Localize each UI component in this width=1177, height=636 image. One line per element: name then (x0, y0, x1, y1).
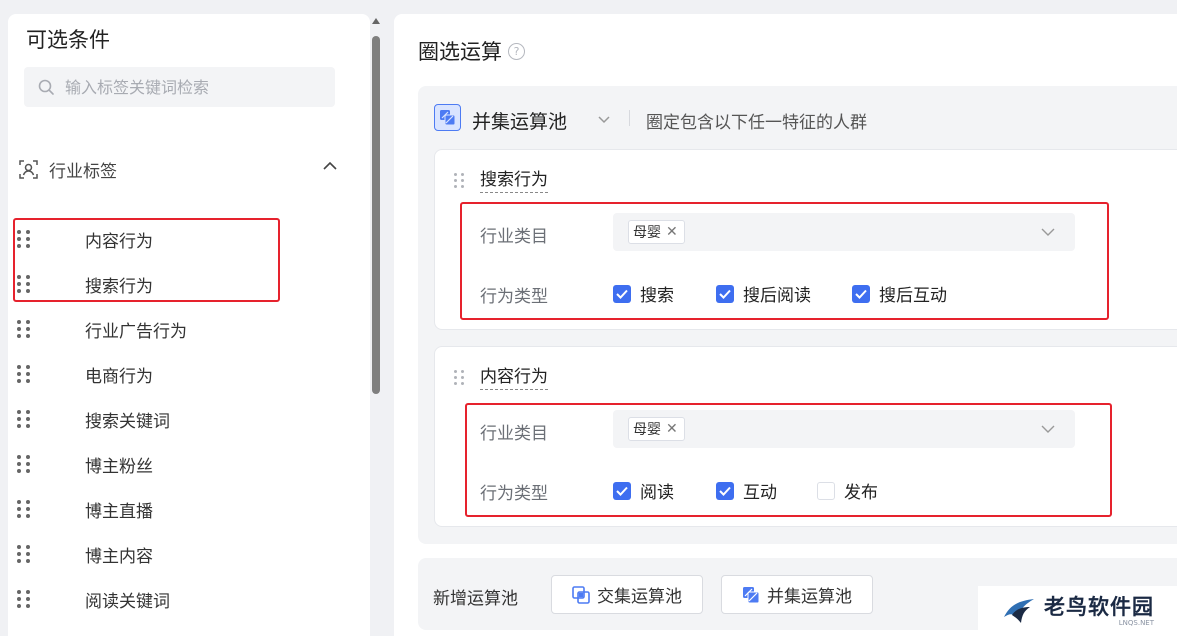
help-icon[interactable]: ? (508, 42, 525, 60)
checkbox-label: 搜后互动 (879, 286, 947, 306)
checkbox-search[interactable]: 搜索 (613, 281, 674, 306)
add-union-pool-button[interactable]: 并集运算池 (721, 575, 873, 614)
union-pool-icon (434, 104, 461, 131)
sidebar-item-blogger-content[interactable]: 博主内容 (14, 534, 344, 574)
drag-handle-icon[interactable] (17, 275, 31, 293)
category-select[interactable]: 母婴 ✕ (613, 410, 1075, 448)
scroll-thumb[interactable] (372, 36, 380, 394)
category-label: 行业类目 (480, 227, 548, 247)
checkbox-read[interactable]: 阅读 (613, 478, 674, 503)
checkbox-checked-icon[interactable] (716, 481, 734, 500)
category-tag: 母婴 ✕ (628, 220, 685, 244)
tag-search-input[interactable] (65, 77, 315, 97)
drag-handle-icon[interactable] (454, 370, 466, 386)
add-intersection-pool-button[interactable]: 交集运算池 (551, 575, 703, 614)
sidebar-item-blogger-fans[interactable]: 博主粉丝 (14, 444, 344, 484)
behavior-type-label: 行为类型 (480, 287, 548, 307)
sidebar-item-label: 博主内容 (85, 546, 153, 567)
sidebar-item-search-keywords[interactable]: 搜索关键词 (14, 399, 344, 439)
pool-type-selector[interactable]: 并集运算池 (472, 107, 567, 134)
group-label: 行业标签 (49, 161, 117, 182)
divider (629, 110, 630, 126)
category-tag: 母婴 ✕ (628, 417, 685, 441)
add-pool-label: 新增运算池 (433, 589, 518, 609)
checkbox-checked-icon[interactable] (852, 284, 870, 303)
category-label: 行业类目 (480, 424, 548, 444)
sidebar-item-label: 博主粉丝 (85, 456, 153, 477)
chevron-down-icon[interactable] (597, 112, 611, 126)
drag-handle-icon[interactable] (17, 410, 31, 428)
sidebar-item-label: 搜索关键词 (85, 411, 170, 432)
drag-handle-icon[interactable] (17, 230, 31, 248)
checkbox-checked-icon[interactable] (613, 481, 631, 500)
checkbox-label: 互动 (743, 483, 777, 503)
bird-logo-icon (1004, 599, 1034, 623)
union-icon (742, 586, 760, 604)
checkbox-label: 发布 (844, 483, 878, 503)
conditions-title: 可选条件 (26, 28, 110, 52)
tag-search-box[interactable] (24, 67, 335, 107)
sidebar-item-reading-keywords[interactable]: 阅读关键词 (14, 579, 344, 619)
watermark-logo: 老鸟软件园 LNQS.NET (978, 586, 1177, 636)
card-title: 内容行为 (480, 366, 548, 390)
checkbox-checked-icon[interactable] (613, 284, 631, 303)
checkbox-label: 搜索 (640, 286, 674, 306)
sidebar-item-label: 内容行为 (85, 231, 153, 252)
checkbox-interact-after-search[interactable]: 搜后互动 (852, 281, 947, 306)
behavior-type-label: 行为类型 (480, 484, 548, 504)
calculation-title-row: 圈选运算 ? (418, 36, 525, 66)
intersection-icon (572, 585, 590, 604)
card-title: 搜索行为 (480, 169, 548, 193)
sidebar-scrollbar[interactable] (370, 14, 382, 636)
chevron-up-icon[interactable] (322, 158, 338, 174)
sidebar-item-label: 行业广告行为 (85, 321, 187, 342)
sidebar-item-search-behavior[interactable]: 搜索行为 (14, 264, 344, 304)
sidebar-item-blogger-live[interactable]: 博主直播 (14, 489, 344, 529)
tag-label: 母婴 (633, 225, 661, 241)
checkbox-checked-icon[interactable] (716, 284, 734, 303)
chevron-down-icon[interactable] (1041, 227, 1055, 237)
watermark-subtext: LNQS.NET (1118, 619, 1154, 627)
sidebar-item-label: 阅读关键词 (85, 591, 170, 612)
page-title: 圈选运算 (418, 40, 502, 64)
sidebar-item-ecommerce-behavior[interactable]: 电商行为 (14, 354, 344, 394)
drag-handle-icon[interactable] (17, 590, 31, 608)
chevron-down-icon[interactable] (1041, 424, 1055, 434)
sidebar-item-label: 博主直播 (85, 501, 153, 522)
checkbox-publish[interactable]: 发布 (817, 478, 878, 503)
industry-tags-group-header[interactable]: 行业标签 (18, 156, 338, 182)
tag-close-icon[interactable]: ✕ (666, 225, 678, 239)
tag-label: 母婴 (633, 422, 661, 438)
drag-handle-icon[interactable] (17, 545, 31, 563)
drag-handle-icon[interactable] (454, 173, 466, 189)
drag-handle-icon[interactable] (17, 320, 31, 338)
user-scan-icon (19, 159, 38, 179)
search-icon (38, 79, 54, 95)
watermark-text: 老鸟软件园 (1044, 595, 1154, 619)
checkbox-label: 阅读 (640, 483, 674, 503)
button-label: 并集运算池 (767, 587, 852, 607)
checkbox-label: 搜后阅读 (743, 286, 811, 306)
checkbox-interact[interactable]: 互动 (716, 478, 777, 503)
sidebar-item-industry-ad-behavior[interactable]: 行业广告行为 (14, 309, 344, 349)
checkbox-unchecked-icon[interactable] (817, 481, 835, 500)
sidebar-item-content-behavior[interactable]: 内容行为 (14, 219, 344, 259)
button-label: 交集运算池 (597, 587, 682, 607)
tag-close-icon[interactable]: ✕ (666, 422, 678, 436)
category-select[interactable]: 母婴 ✕ (613, 213, 1075, 251)
drag-handle-icon[interactable] (17, 365, 31, 383)
drag-handle-icon[interactable] (17, 500, 31, 518)
scroll-up-arrow-icon[interactable] (372, 18, 380, 24)
sidebar-item-label: 搜索行为 (85, 276, 153, 297)
drag-handle-icon[interactable] (17, 455, 31, 473)
pool-description: 圈定包含以下任一特征的人群 (646, 113, 867, 133)
sidebar-item-label: 电商行为 (85, 366, 153, 387)
checkbox-read-after-search[interactable]: 搜后阅读 (716, 281, 811, 306)
